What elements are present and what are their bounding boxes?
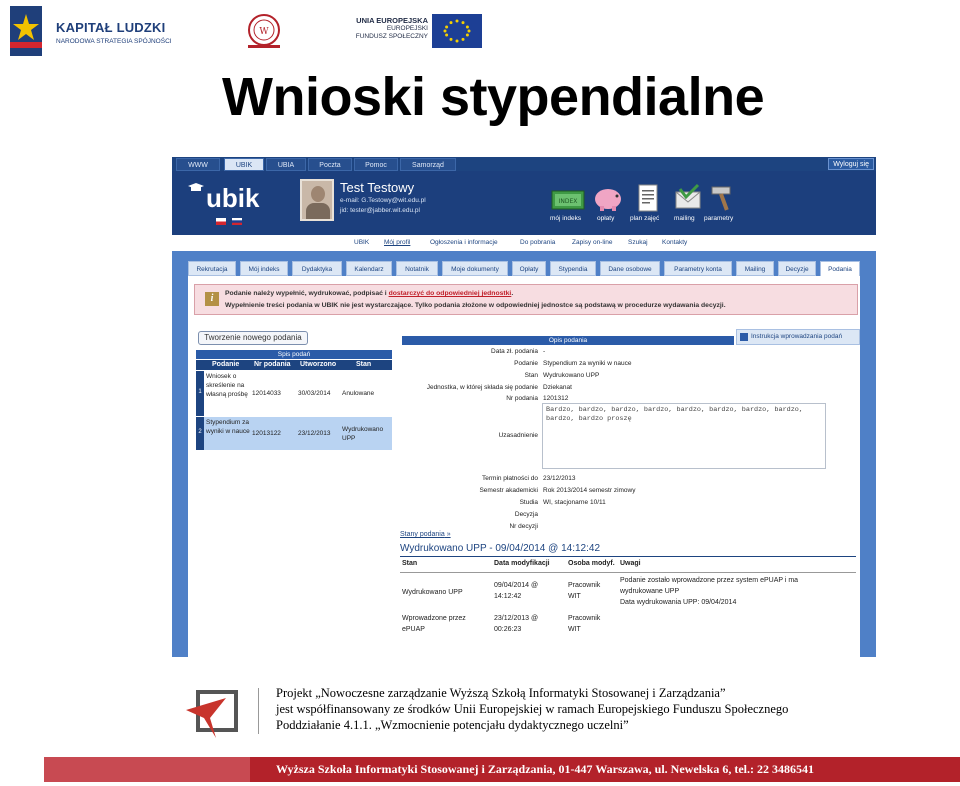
wit-logo-icon xyxy=(186,690,238,738)
top-navigation: WWW UBIK UBIA Poczta Pomoc Samorząd Wylo… xyxy=(172,157,876,171)
app-header xyxy=(172,171,876,235)
top-tab-poczta[interactable]: Poczta xyxy=(308,158,352,171)
table-row[interactable]: 1 Wniosek o skreślenie na własną prośbę … xyxy=(196,371,392,416)
top-tab-ubik[interactable]: UBIK xyxy=(224,158,264,171)
header-label-plan-zajec[interactable]: plan zajęć xyxy=(630,215,659,222)
subnav-zapisy[interactable]: Zapisy on-line xyxy=(572,239,612,246)
tab-rekrutacja[interactable]: Rekrutacja xyxy=(188,261,236,276)
sub-navigation: UBIK Mój profil Ogłoszenia i informacje … xyxy=(172,235,876,251)
ubik-app-window: WWW UBIK UBIA Poczta Pomoc Samorząd Wylo… xyxy=(172,157,876,657)
instruction-button[interactable]: Instrukcja wprowadzania podań xyxy=(736,329,860,345)
tab-moj-indeks[interactable]: Mój indeks xyxy=(240,261,288,276)
subnav-do-pobrania[interactable]: Do pobrania xyxy=(520,239,555,246)
user-jid: jid: tester@jabber.wit.edu.pl xyxy=(340,207,420,214)
header-label-parametry[interactable]: parametry xyxy=(704,215,733,222)
russian-flag-icon[interactable] xyxy=(232,218,242,225)
table-row-selected[interactable]: 2 Stypendium za wyniki w nauce 12013122 … xyxy=(196,417,392,450)
divider xyxy=(258,688,259,734)
piggy-bank-icon[interactable] xyxy=(590,183,626,213)
eu-flag-icon xyxy=(432,14,482,48)
kapital-ludzki-logo: KAPITAŁ LUDZKI NARODOWA STRATEGIA SPÓJNO… xyxy=(10,6,180,56)
detail-stan: Wydrukowano UPP xyxy=(543,372,600,379)
header-label-mailing[interactable]: mailing xyxy=(674,215,695,222)
states-link[interactable]: Stany podania » xyxy=(400,531,451,538)
col-podanie: Podanie xyxy=(212,361,240,368)
tab-decyzje[interactable]: Decyzje xyxy=(778,261,816,276)
user-email: e-mail: G.Testowy@wit.edu.pl xyxy=(340,197,426,204)
hammer-icon[interactable] xyxy=(704,183,740,213)
document-icon[interactable] xyxy=(630,183,666,213)
instruction-icon xyxy=(740,333,748,341)
tab-kalendarz[interactable]: Kalendarz xyxy=(346,261,392,276)
footer-bar-text: Wyższa Szkoła Informatyki Stosowanej i Z… xyxy=(276,762,814,776)
tab-podania[interactable]: Podania xyxy=(820,261,860,277)
graduation-cap-icon xyxy=(188,183,204,191)
money-icon[interactable]: INDEX xyxy=(550,183,586,213)
footer-line-3: Poddziałanie 4.1.1. „Wzmocnienie potencj… xyxy=(276,718,629,732)
col-nr-podania: Nr podania xyxy=(254,361,291,368)
detail-nr-podania: 1201312 xyxy=(543,395,569,402)
svg-text:W: W xyxy=(259,27,269,37)
polish-flag-icon[interactable] xyxy=(216,218,226,225)
deliver-link[interactable]: dostarczyć do odpowiedniej jednostki xyxy=(389,290,512,297)
details-title: Opis podania xyxy=(402,336,734,345)
applications-list-title: Spis podań xyxy=(196,350,392,359)
subnav-kontakty[interactable]: Kontakty xyxy=(662,239,687,246)
info-icon: i xyxy=(205,292,219,306)
tab-stypendia[interactable]: Stypendia xyxy=(550,261,596,276)
detail-date: - xyxy=(543,348,546,355)
podania-panel: i Podanie należy wypełnić, wydrukować, p… xyxy=(188,276,860,657)
tab-mailing[interactable]: Mailing xyxy=(736,261,774,276)
header-label-moj-indeks[interactable]: mój indeks xyxy=(550,215,581,222)
svg-text:INDEX: INDEX xyxy=(559,198,578,205)
tab-dydaktyka[interactable]: Dydaktyka xyxy=(292,261,342,276)
applications-list-header: Podanie Nr podania Utworzono Stan xyxy=(196,360,392,370)
detail-podanie: Stypendium za wyniki w nauce xyxy=(543,360,632,367)
subnav-moj-profil[interactable]: Mój profil xyxy=(384,239,410,246)
tab-dane-osobowe[interactable]: Dane osobowe xyxy=(600,261,660,276)
top-tab-samorzad[interactable]: Samorząd xyxy=(400,158,456,171)
footer-bar-accent xyxy=(44,757,250,782)
states-title: Wydrukowano UPP - 09/04/2014 @ 14:12:42 xyxy=(400,543,600,554)
new-application-button[interactable]: Tworzenie nowego podania xyxy=(198,331,308,345)
top-tab-pomoc[interactable]: Pomoc xyxy=(354,158,398,171)
footer-line-1: Projekt „Nowoczesne zarządzanie Wyższą S… xyxy=(276,686,726,700)
mailing-icon[interactable] xyxy=(670,183,706,213)
tab-moje-dokumenty[interactable]: Moje dokumenty xyxy=(442,261,508,276)
alert-line-2: Wypełnienie treści podania w UBIK nie je… xyxy=(225,302,726,309)
footer-line-2: jest współfinansowany ze środków Unii Eu… xyxy=(276,702,789,716)
ubik-logo[interactable]: ubik xyxy=(206,183,259,214)
logout-button[interactable]: Wyloguj się xyxy=(828,158,874,170)
info-alert: i Podanie należy wypełnić, wydrukować, p… xyxy=(194,284,858,315)
slide-title: Wnioski stypendialne xyxy=(222,67,765,127)
alert-line-1: Podanie należy wypełnić, wydrukować, pod… xyxy=(225,290,514,297)
top-tab-ubia[interactable]: UBIA xyxy=(266,158,306,171)
subnav-ogloszenia[interactable]: Ogłoszenia i informacje xyxy=(430,239,498,246)
user-name: Test Testowy xyxy=(340,180,415,195)
divider xyxy=(400,556,856,557)
subnav-szukaj[interactable]: Szukaj xyxy=(628,239,648,246)
university-seal-icon: W xyxy=(248,14,280,48)
col-utworzono: Utworzono xyxy=(300,361,337,368)
module-tabs: Rekrutacja Mój indeks Dydaktyka Kalendar… xyxy=(188,261,860,277)
tab-notatnik[interactable]: Notatnik xyxy=(396,261,438,276)
detail-jednostka: Dziekanat xyxy=(543,384,572,391)
tab-parametry-konta[interactable]: Parametry konta xyxy=(664,261,732,276)
kapital-ludzki-star-icon xyxy=(10,6,42,56)
avatar xyxy=(300,179,334,221)
kapital-ludzki-subtitle: NARODOWA STRATEGIA SPÓJNOŚCI xyxy=(56,38,172,45)
divider xyxy=(400,572,856,573)
justification-textarea[interactable]: Bardzo, bardzo, bardzo, bardzo, bardzo, … xyxy=(542,403,826,469)
subnav-ubik[interactable]: UBIK xyxy=(354,239,369,246)
top-tab-www[interactable]: WWW xyxy=(176,158,220,171)
tab-oplaty[interactable]: Opłaty xyxy=(512,261,546,276)
col-stan: Stan xyxy=(356,361,372,368)
eu-label: UNIA EUROPEJSKA EUROPEJSKI FUNDUSZ SPOŁE… xyxy=(355,16,428,40)
kapital-ludzki-title: KAPITAŁ LUDZKI xyxy=(56,20,166,35)
header-label-oplaty[interactable]: opłaty xyxy=(597,215,614,222)
